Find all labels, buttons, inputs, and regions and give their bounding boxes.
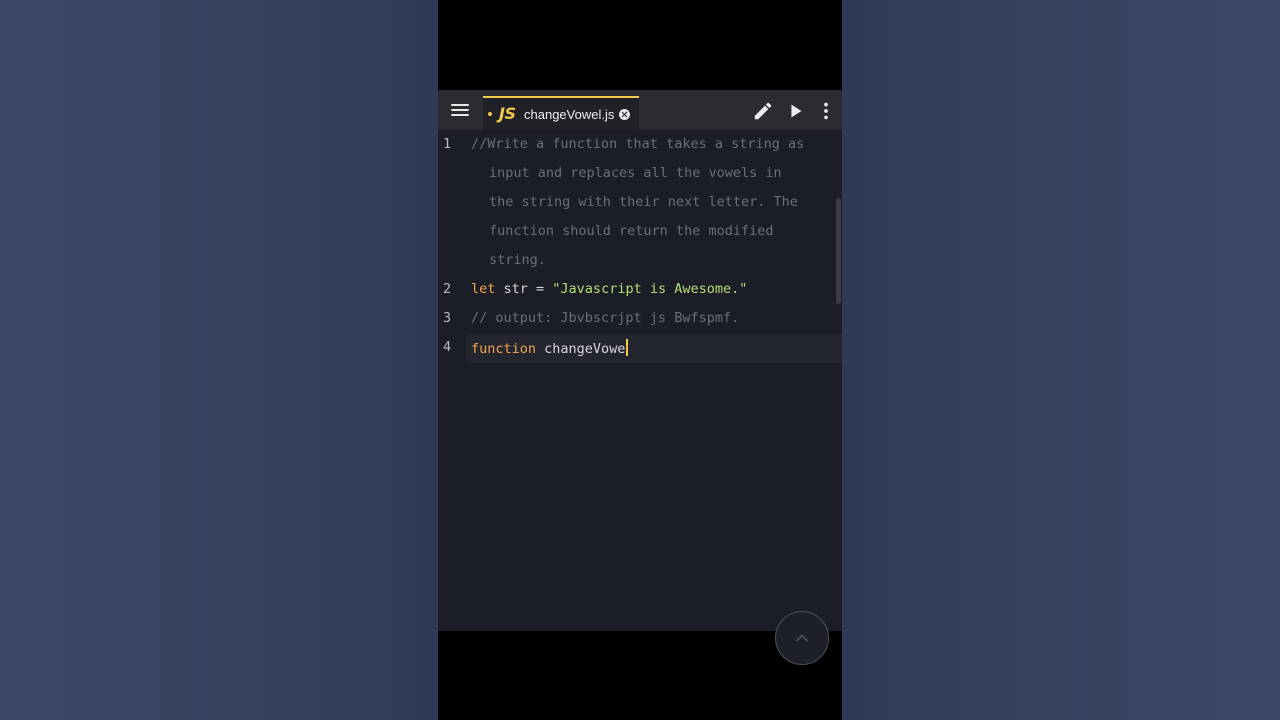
hamburger-menu-icon[interactable] bbox=[448, 98, 472, 122]
code-keyword: let bbox=[471, 281, 496, 297]
top-toolbar: JS changeVowel.js bbox=[438, 90, 842, 130]
code-area[interactable]: 1 //Write a function that takes a string… bbox=[438, 130, 842, 665]
code-string: "Javascript is Awesome." bbox=[552, 281, 748, 297]
javascript-file-icon: JS bbox=[499, 104, 516, 123]
code-comment-wrap: the string with their next letter. The bbox=[489, 194, 798, 210]
scroll-to-top-button[interactable] bbox=[775, 611, 829, 665]
file-tab[interactable]: JS changeVowel.js bbox=[483, 96, 639, 130]
code-comment: //Write a function that takes a string a… bbox=[471, 136, 805, 152]
code-comment-wrap: function should return the modified bbox=[489, 223, 774, 239]
line-number: 2 bbox=[443, 281, 452, 297]
pencil-icon[interactable] bbox=[752, 100, 774, 122]
phone-frame: JS changeVowel.js 1 //Write a function t… bbox=[438, 0, 842, 720]
close-circle-icon[interactable] bbox=[619, 109, 630, 120]
line-number: 3 bbox=[443, 310, 452, 326]
chevron-up-icon bbox=[796, 634, 808, 642]
code-identifier: str = bbox=[495, 281, 553, 297]
code-editor-app: JS changeVowel.js 1 //Write a function t… bbox=[438, 90, 842, 665]
more-vertical-icon[interactable] bbox=[815, 100, 837, 122]
file-tab-name: changeVowel.js bbox=[524, 107, 615, 122]
vertical-scrollbar[interactable] bbox=[836, 198, 841, 304]
code-comment-wrap: string. bbox=[489, 252, 546, 268]
play-icon[interactable] bbox=[785, 100, 807, 122]
screen-background: JS changeVowel.js 1 //Write a function t… bbox=[0, 0, 1280, 720]
code-identifier: changeVowe bbox=[536, 341, 626, 357]
text-cursor bbox=[626, 339, 629, 356]
code-comment: // output: Jbvbscrjpt js Bwfspmf. bbox=[471, 310, 740, 326]
line-number: 1 bbox=[443, 136, 452, 152]
unsaved-indicator bbox=[488, 112, 492, 116]
line-number: 4 bbox=[443, 339, 452, 355]
code-comment-wrap: input and replaces all the vowels in bbox=[489, 165, 782, 181]
code-line: let str = "Javascript is Awesome." bbox=[471, 281, 747, 297]
code-keyword: function bbox=[471, 341, 537, 357]
code-line: function changeVowe bbox=[471, 339, 629, 357]
